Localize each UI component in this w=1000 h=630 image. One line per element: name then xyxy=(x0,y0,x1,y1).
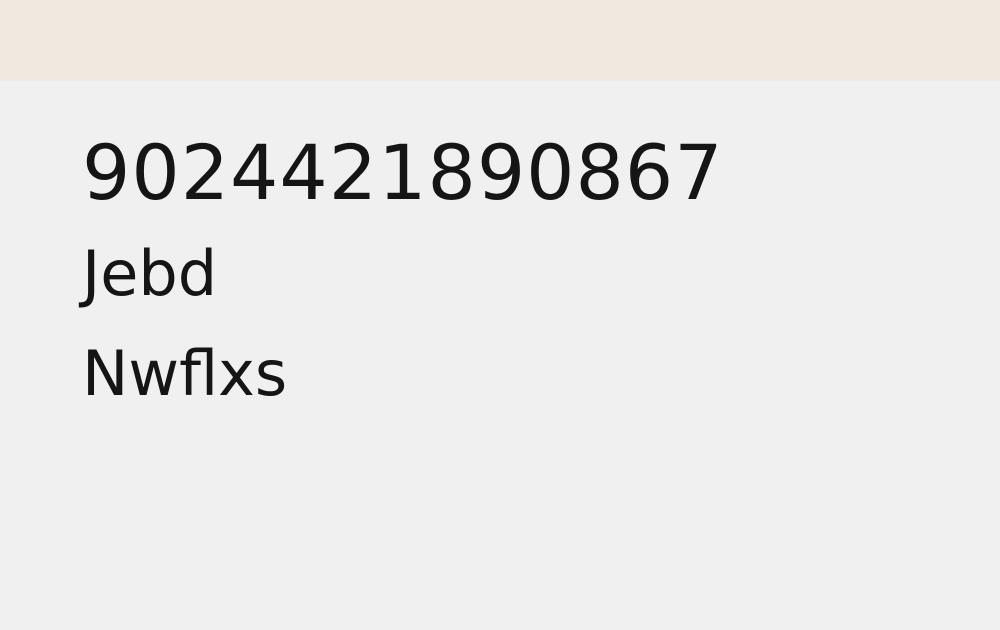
text-line-1: Jebd xyxy=(82,237,218,310)
top-bar xyxy=(0,0,1000,81)
main-content: 9024421890867 Jebd Nwflxs xyxy=(82,128,962,424)
number-display: 9024421890867 xyxy=(82,128,724,217)
text-line-2: Nwflxs xyxy=(82,337,288,410)
